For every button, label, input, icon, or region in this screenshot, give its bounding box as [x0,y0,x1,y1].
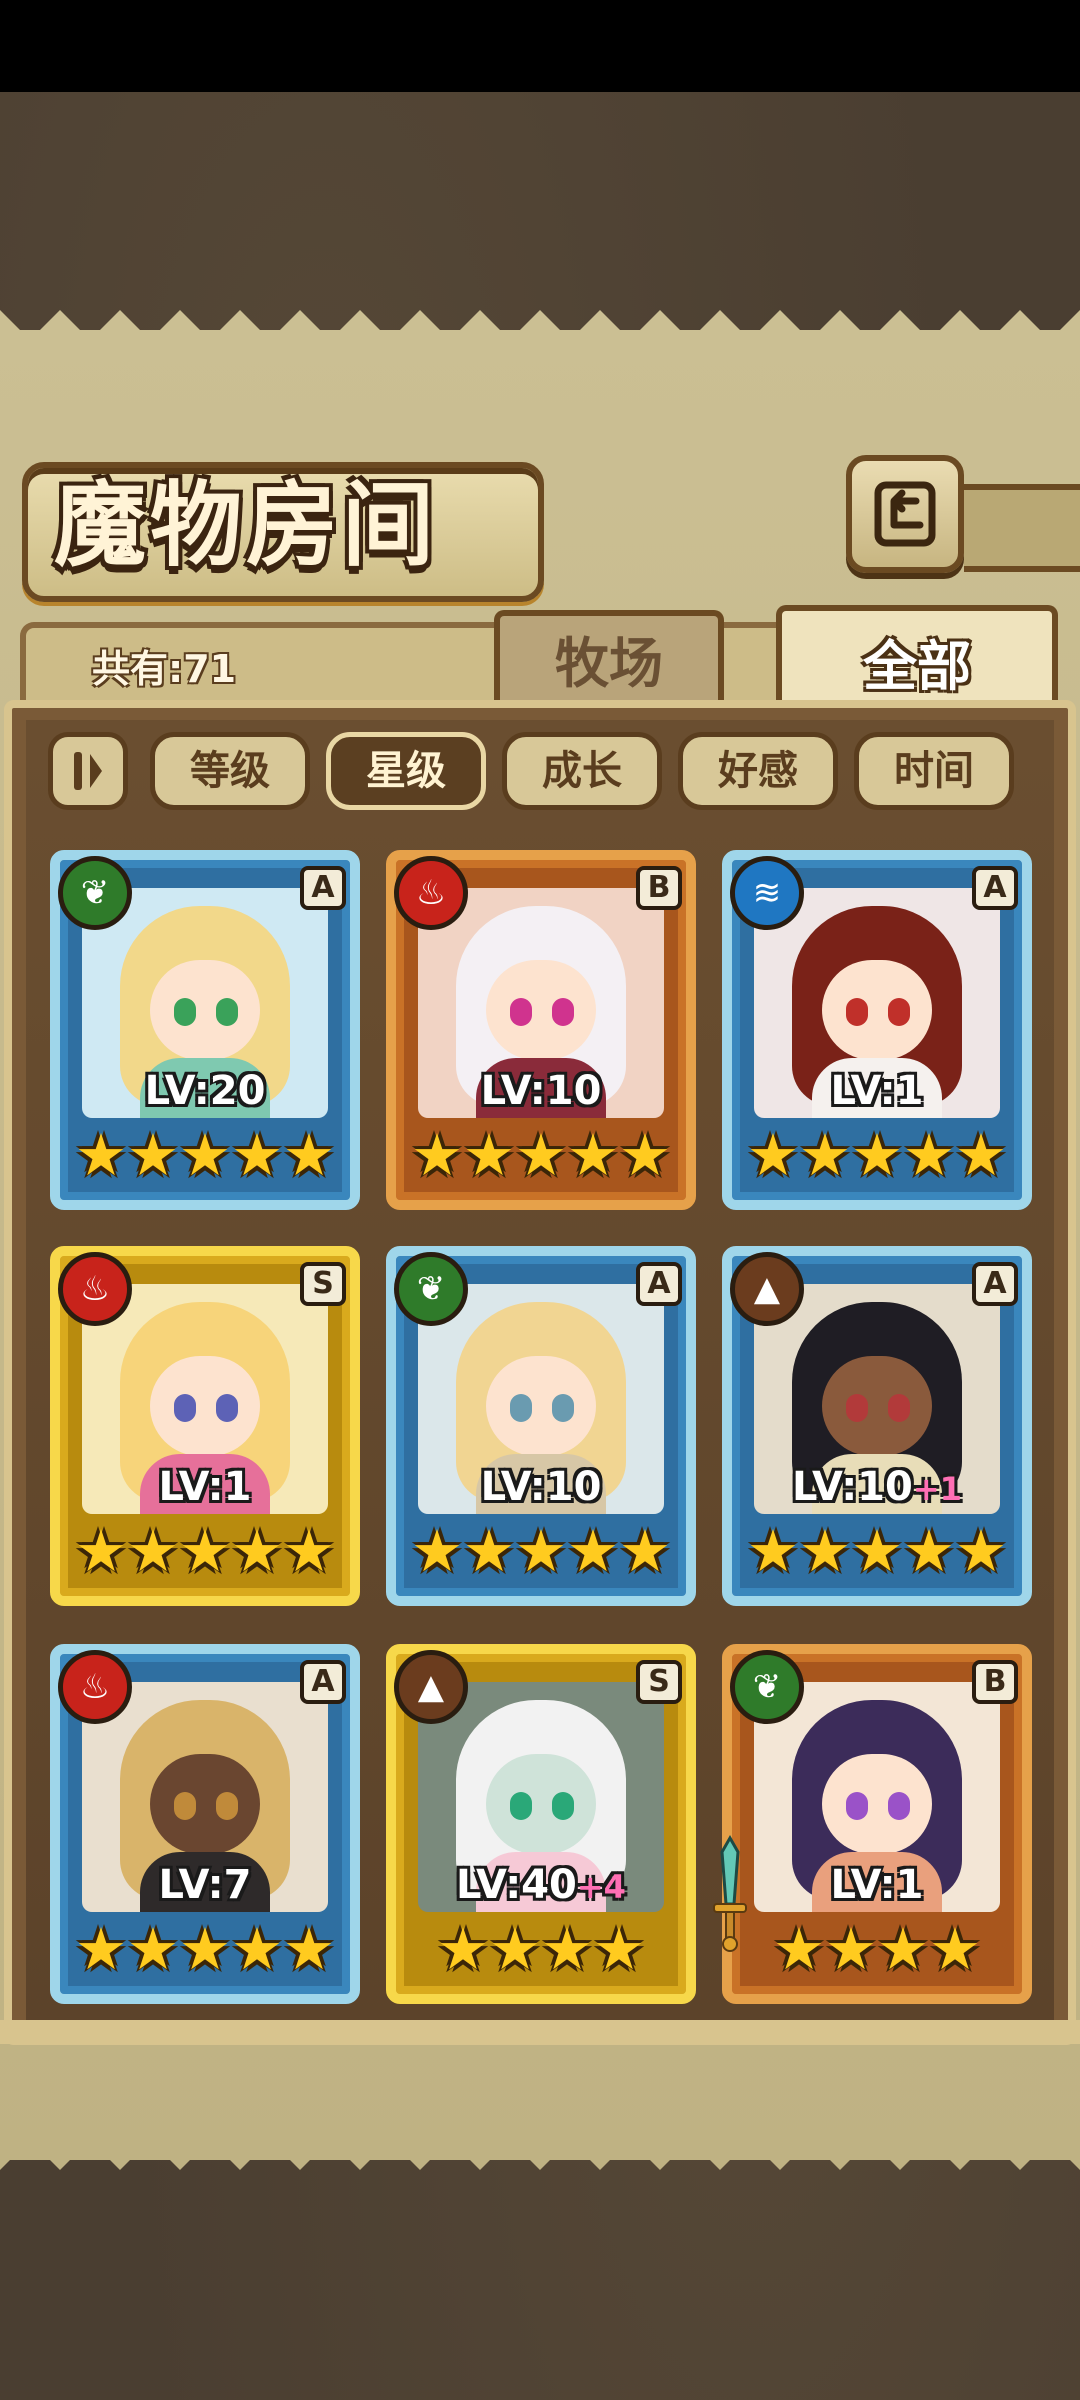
rank-badge: A [300,866,346,910]
back-button-rail [964,484,1080,572]
monster-card[interactable]: ▲ A LV:10+1 ★★★★★ [722,1246,1032,1606]
rank-badge: A [972,1262,1018,1306]
level-label: LV:10 [396,1068,686,1114]
water-element-icon: ≋ [730,856,804,930]
panel-bottom-strip [0,2020,1080,2044]
level-label: LV:10 [396,1464,686,1510]
earth-element-icon: ▲ [394,1650,468,1724]
back-button[interactable] [846,455,964,573]
rank-badge: B [972,1660,1018,1704]
nature-element-icon: ❦ [394,1252,468,1326]
rank-badge: A [636,1262,682,1306]
monster-card[interactable]: ♨ B LV:10 ★★★★★ [386,850,696,1210]
star-rating: ★★★★ [773,1915,981,1983]
level-label: LV:1 [732,1068,1022,1114]
page-title: 魔物房间 [54,471,439,579]
level-label: LV:1 [732,1862,1022,1908]
level-label: LV:10+1 [732,1464,1022,1510]
level-bonus: +1 [912,1470,962,1508]
tab-farm[interactable]: 牧场 [494,610,724,712]
nature-element-icon: ❦ [730,1650,804,1724]
monster-count: 共有:71 [92,647,237,691]
level-text: LV:40 [456,1862,577,1908]
star-rating: ★★★★★ [75,1517,335,1585]
back-arrow-icon [874,481,936,547]
filter-star-button[interactable]: 星级 [326,732,486,810]
level-label: LV:1 [60,1464,350,1510]
filter-time-button[interactable]: 时间 [854,732,1014,810]
star-rating: ★★★★★ [411,1121,671,1189]
filter-row: 等级 星级 成长 好感 时间 [48,732,1048,810]
star-rating: ★★★★★ [747,1517,1007,1585]
fire-element-icon: ♨ [58,1650,132,1724]
sort-toggle-icon [74,752,102,790]
monster-card[interactable]: ♨ A LV:7 ★★★★★ [50,1644,360,2004]
level-text: LV:7 [158,1862,252,1908]
nature-element-icon: ❦ [58,856,132,930]
level-text: LV:10 [792,1464,913,1510]
monster-card[interactable]: ▲ S LV:40+4 ★★★★ [386,1644,696,2004]
filter-growth-button[interactable]: 成长 [502,732,662,810]
monster-card[interactable]: ≋ A LV:1 ★★★★★ [722,850,1032,1210]
earth-element-icon: ▲ [730,1252,804,1326]
status-bar [0,0,1080,92]
sort-toggle-button[interactable] [48,732,128,810]
rank-badge: S [300,1262,346,1306]
rank-badge: S [636,1660,682,1704]
rank-badge: A [972,866,1018,910]
star-rating: ★★★★★ [75,1915,335,1983]
monster-card[interactable]: ❦ B LV:1 ★★★★ [713,1644,1032,2004]
rank-badge: A [300,1660,346,1704]
filter-level-button[interactable]: 等级 [150,732,310,810]
star-rating: ★★★★★ [75,1121,335,1189]
monster-card[interactable]: ♨ S LV:1 ★★★★★ [50,1246,360,1606]
filter-affection-button[interactable]: 好感 [678,732,838,810]
star-rating: ★★★★★ [411,1517,671,1585]
level-label: LV:7 [60,1862,350,1908]
zigzag-border-top [0,310,1080,340]
fire-element-icon: ♨ [58,1252,132,1326]
level-text: LV:10 [480,1464,602,1510]
level-text: LV:20 [144,1068,266,1114]
level-label: LV:40+4 [396,1862,686,1908]
level-text: LV:1 [830,1862,924,1908]
zigzag-border-bottom [0,2140,1080,2170]
level-bonus: +4 [576,1868,626,1906]
fire-element-icon: ♨ [394,856,468,930]
monster-card[interactable]: ❦ A LV:20 ★★★★★ [50,850,360,1210]
level-text: LV:10 [480,1068,602,1114]
monster-card[interactable]: ❦ A LV:10 ★★★★★ [386,1246,696,1606]
level-text: LV:1 [158,1464,252,1510]
star-rating: ★★★★★ [747,1121,1007,1189]
level-label: LV:20 [60,1068,350,1114]
rank-badge: B [636,866,682,910]
level-text: LV:1 [830,1068,924,1114]
star-rating: ★★★★ [437,1915,645,1983]
